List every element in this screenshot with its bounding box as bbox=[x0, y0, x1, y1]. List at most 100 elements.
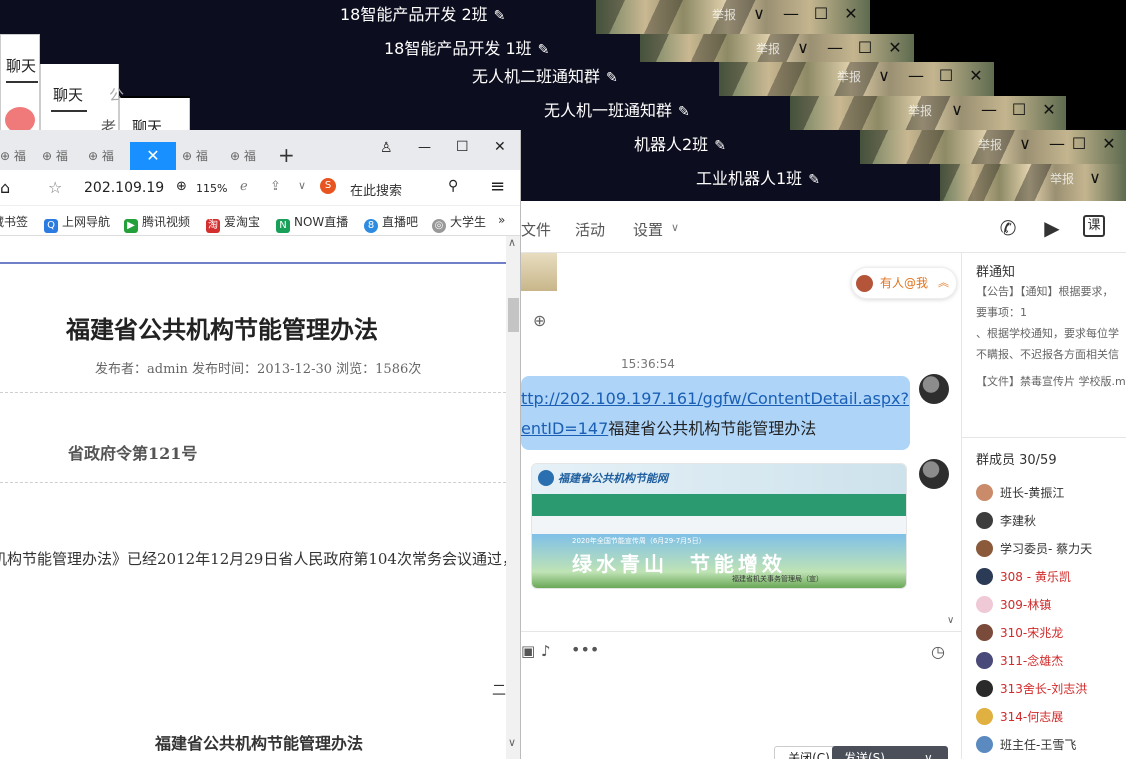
sender-avatar[interactable] bbox=[919, 374, 949, 404]
browser-tab[interactable]: ⊕ 福 bbox=[182, 142, 220, 170]
minimize-button[interactable]: — bbox=[820, 34, 850, 64]
message-list[interactable]: ⊕ 有人@我 ︽ 15:36:54 ttp://202.109.197.161/… bbox=[521, 253, 961, 631]
web-page-content[interactable]: 福建省公共机构节能管理办法 发布者：admin 发布时间：2013-12-30 … bbox=[0, 236, 506, 759]
menu-chevron-icon[interactable]: ∨ bbox=[744, 0, 774, 30]
menu-chevron-icon[interactable]: ∨ bbox=[788, 34, 818, 64]
group-window-bar-4[interactable]: 无人机一班通知群 ✎ 举报 ∨ — ☐ ✕ bbox=[190, 96, 1066, 130]
edit-pen-icon[interactable]: ✎ bbox=[494, 8, 506, 24]
chevron-down-icon[interactable]: ∨ bbox=[298, 179, 306, 192]
send-button[interactable]: 发送(S) ∨ bbox=[832, 746, 948, 759]
member-item[interactable]: 314-何志展 bbox=[976, 703, 1063, 731]
history-clock-icon[interactable]: ◷ bbox=[931, 642, 945, 661]
close-button[interactable]: ✕ bbox=[836, 0, 866, 30]
browser-tab[interactable]: ⊕ 福 bbox=[0, 142, 38, 170]
tab-files[interactable]: 文件 bbox=[521, 219, 551, 240]
small-chat-window-3[interactable]: 聊天 bbox=[119, 98, 190, 136]
image-thumbnail[interactable] bbox=[521, 253, 557, 291]
bookmark-item[interactable]: 淘爱淘宝 bbox=[206, 213, 260, 233]
edit-pen-icon[interactable]: ✎ bbox=[714, 138, 726, 154]
menu-chevron-icon[interactable]: ∨ bbox=[869, 62, 899, 92]
minimize-button[interactable]: — bbox=[974, 96, 1004, 126]
tab-settings[interactable]: 设置 bbox=[633, 219, 663, 240]
close-button[interactable]: ✕ bbox=[880, 34, 910, 64]
close-button[interactable]: ✕ bbox=[1094, 130, 1124, 160]
tab-activity[interactable]: 活动 bbox=[575, 219, 605, 240]
link-message-bubble[interactable]: ttp://202.109.197.161/ggfw/ContentDetail… bbox=[521, 376, 910, 450]
mute-bell-icon[interactable]: ♪ bbox=[541, 642, 551, 660]
send-options-chevron-icon[interactable]: ∨ bbox=[924, 746, 933, 759]
member-item[interactable]: 班主任-王雪飞 bbox=[976, 731, 1076, 759]
group-window-bar-1[interactable]: 18智能产品开发 2班 ✎ 举报 ∨ — ☐ ✕ bbox=[0, 0, 870, 34]
website-screenshot-message[interactable]: 福建省公共机构节能网 2020年全国节能宣传周（6月29-7月5日） 绿水青山 … bbox=[531, 463, 907, 589]
edit-pen-icon[interactable]: ✎ bbox=[538, 42, 550, 58]
edit-pen-icon[interactable]: ✎ bbox=[808, 172, 820, 188]
minimize-button[interactable]: — bbox=[776, 0, 806, 30]
report-link[interactable]: 举报 bbox=[908, 96, 932, 126]
report-link[interactable]: 举报 bbox=[712, 0, 736, 30]
bookmark-item[interactable]: ▶ 腾讯视频 bbox=[124, 213, 190, 233]
shared-link-cont[interactable]: entID=147 bbox=[521, 419, 608, 438]
shared-link[interactable]: ttp://202.109.197.161/ggfw/ContentDetail… bbox=[521, 389, 909, 408]
report-link[interactable]: 举报 bbox=[978, 130, 1002, 160]
browser-tab[interactable]: ⊕ 福 bbox=[230, 142, 268, 170]
report-link[interactable]: 举报 bbox=[837, 62, 861, 92]
mention-notification[interactable]: 有人@我 ︽ bbox=[851, 267, 957, 299]
maximize-button[interactable]: ☐ bbox=[1004, 96, 1034, 126]
close-button[interactable]: ✕ bbox=[494, 139, 506, 155]
member-item[interactable]: 学习委员- 蔡力天 bbox=[976, 535, 1092, 563]
shirt-icon[interactable]: ♙ bbox=[380, 140, 393, 156]
member-item[interactable]: 308 - 黄乐凯 bbox=[976, 563, 1071, 591]
search-input[interactable]: 在此搜索 bbox=[350, 180, 402, 199]
scroll-up-icon[interactable]: ∧ bbox=[508, 236, 516, 249]
bookmark-item[interactable]: N NOW直播 bbox=[276, 213, 348, 233]
star-icon[interactable]: ☆ bbox=[48, 178, 62, 197]
vertical-scrollbar[interactable]: ∧ ∨ bbox=[506, 236, 520, 759]
edit-pen-icon[interactable]: ✎ bbox=[606, 70, 618, 86]
home-icon[interactable]: ⌂ bbox=[0, 178, 10, 197]
share-icon[interactable]: ⇪ bbox=[270, 179, 281, 194]
maximize-button[interactable]: ☐ bbox=[850, 34, 880, 64]
bookmark-item[interactable]: Q 上网导航 bbox=[44, 213, 110, 233]
report-link[interactable]: 举报 bbox=[1050, 164, 1074, 194]
maximize-button[interactable]: ☐ bbox=[456, 139, 469, 155]
notice-line[interactable]: 【公告】【通知】根据要求， bbox=[976, 281, 1126, 302]
close-button[interactable]: ✕ bbox=[961, 62, 991, 92]
menu-chevron-icon[interactable]: ∨ bbox=[1080, 164, 1110, 194]
browser-tab[interactable]: ⊕ 福 bbox=[88, 142, 126, 170]
zoom-level[interactable]: 115% bbox=[196, 182, 227, 195]
maximize-button[interactable]: ☐ bbox=[806, 0, 836, 30]
message-input-area[interactable]: ▣ ♪ ••• ◷ 关闭(C) 发送(S) ∨ bbox=[521, 631, 961, 759]
small-chat-window-2[interactable]: 聊天 公 老 bbox=[40, 64, 124, 136]
notice-file[interactable]: 【文件】禁毒宣传片 学校版.m bbox=[976, 371, 1126, 392]
maximize-button[interactable]: ☐ bbox=[931, 62, 961, 92]
report-link[interactable]: 举报 bbox=[756, 34, 780, 64]
member-item[interactable]: 313舍长-刘志洪 bbox=[976, 675, 1087, 703]
maximize-button[interactable]: ☐ bbox=[1064, 130, 1094, 160]
screenshot-tool-icon[interactable]: ▣ bbox=[521, 642, 535, 660]
close-button[interactable]: ✕ bbox=[1034, 96, 1064, 126]
group-window-bar-3[interactable]: 无人机二班通知群 ✎ 举报 ∨ — ☐ ✕ bbox=[119, 62, 994, 96]
menu-icon[interactable]: ≡ bbox=[490, 176, 505, 197]
sender-avatar[interactable] bbox=[919, 459, 949, 489]
zoom-icon[interactable]: ⊕ bbox=[176, 179, 187, 194]
member-item[interactable]: 班长-黄振江 bbox=[976, 479, 1064, 507]
browser-tab[interactable]: ⊕ 福 bbox=[42, 142, 80, 170]
bookmark-item[interactable]: 8 直播吧 bbox=[364, 213, 418, 233]
ie-compat-icon[interactable]: ℯ bbox=[240, 179, 248, 194]
chat-tab[interactable]: 聊天 bbox=[53, 84, 83, 105]
class-icon[interactable]: 课 bbox=[1083, 215, 1105, 237]
collapse-chevron-icon[interactable]: ∨ bbox=[947, 615, 954, 626]
zoom-in-icon[interactable]: ⊕ bbox=[533, 311, 546, 330]
search-icon[interactable]: ⚲ bbox=[448, 178, 458, 194]
video-call-icon[interactable]: ▶ bbox=[1039, 215, 1065, 241]
menu-chevron-icon[interactable]: ∨ bbox=[1010, 130, 1040, 160]
bookmark-item[interactable]: ◎ 大学生 bbox=[432, 213, 486, 233]
scroll-down-icon[interactable]: ∨ bbox=[508, 736, 516, 749]
more-bookmarks-button[interactable]: » bbox=[498, 213, 505, 227]
chevron-down-icon[interactable]: ∨ bbox=[671, 221, 679, 234]
member-item[interactable]: 310-宋兆龙 bbox=[976, 619, 1063, 647]
bookmark-item[interactable]: 收藏书签 bbox=[0, 213, 28, 230]
scroll-thumb[interactable] bbox=[508, 298, 519, 332]
search-engine-icon[interactable]: S bbox=[320, 178, 336, 194]
url-input[interactable]: 202.109.19 bbox=[84, 180, 164, 196]
